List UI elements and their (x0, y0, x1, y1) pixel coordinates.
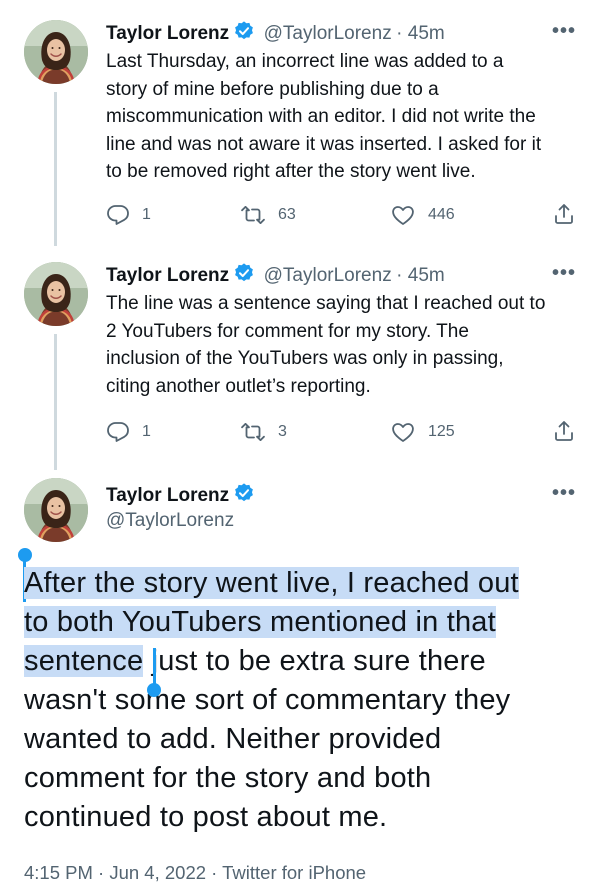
avatar[interactable] (24, 20, 88, 84)
text-line: sentence just to be extra sure there (24, 642, 594, 681)
user-handle[interactable]: @TaylorLorenz (264, 265, 392, 286)
reply-button[interactable]: 1 (106, 203, 151, 227)
tweet[interactable]: Taylor Lorenz @TaylorLorenz · 45m ••• La… (0, 0, 600, 246)
text-line: wasn't some sort of commentary they (24, 684, 511, 716)
text-line: comment for the story and both (24, 762, 432, 794)
tweet-text: Last Thursday, an incorrect line was add… (106, 48, 586, 186)
display-name[interactable]: Taylor Lorenz (106, 485, 229, 506)
text-line: The line was a sentence saying that I re… (106, 293, 546, 314)
display-name[interactable]: Taylor Lorenz (106, 23, 229, 44)
like-button[interactable]: 125 (390, 420, 455, 444)
text-line: to both YouTubers mentioned in that (24, 603, 594, 642)
reply-icon (106, 420, 130, 444)
reply-count: 1 (142, 206, 151, 223)
heart-icon (390, 203, 416, 227)
text-line: story of mine before publishing due to a (106, 78, 439, 100)
tweet-metadata: 4:15 PM · Jun 4, 2022 · Twitter for iPho… (24, 862, 367, 883)
main-tweet: Taylor Lorenz @TaylorLorenz ••• After th… (0, 470, 600, 896)
like-count: 446 (428, 206, 455, 223)
verified-badge-icon (233, 262, 255, 289)
more-icon[interactable]: ••• (552, 482, 576, 505)
text-line: inclusion of the YouTubers was only in p… (106, 348, 504, 369)
share-button[interactable] (552, 202, 576, 226)
more-icon[interactable]: ••• (552, 262, 576, 285)
like-button[interactable]: 446 (390, 203, 455, 227)
avatar[interactable] (24, 262, 88, 326)
selected-text: sentence (24, 645, 144, 677)
text-line: miscommunication with an editor. I did n… (106, 106, 536, 127)
user-handle[interactable]: @TaylorLorenz (264, 23, 392, 44)
retweet-button[interactable]: 63 (240, 203, 296, 227)
retweet-button[interactable]: 3 (240, 420, 287, 444)
tweet-header: Taylor Lorenz @TaylorLorenz · 45m (106, 20, 445, 47)
timestamp[interactable]: · 45m (396, 265, 445, 286)
thread-connector (54, 92, 57, 246)
text-line: citing another outlet’s reporting. (106, 375, 371, 397)
text-line: 2 YouTubers for comment for my story. Th… (106, 320, 469, 342)
tweet-header: Taylor Lorenz @TaylorLorenz · 45m (106, 262, 445, 289)
display-name[interactable]: Taylor Lorenz (106, 265, 229, 286)
retweet-count: 3 (278, 423, 287, 440)
tweet[interactable]: Taylor Lorenz @TaylorLorenz · 45m ••• Th… (0, 246, 600, 470)
reply-button[interactable]: 1 (106, 420, 151, 444)
timestamp[interactable]: · 45m (396, 23, 445, 44)
heart-icon (390, 420, 416, 444)
reply-icon (106, 203, 130, 227)
text-line: line and was not aware it was inserted. … (106, 133, 542, 155)
selected-text: to both YouTubers mentioned in that (24, 606, 496, 638)
unselected-text: just to be extra sure there (143, 645, 486, 677)
text-line: continued to post about me. (24, 801, 388, 833)
text-line: wanted to add. Neither provided (24, 723, 442, 755)
retweet-icon (240, 203, 266, 227)
share-icon (552, 202, 576, 226)
reply-count: 1 (142, 423, 151, 440)
verified-badge-icon (233, 482, 255, 509)
selection-end-handle[interactable] (147, 683, 161, 697)
like-count: 125 (428, 423, 455, 440)
more-icon[interactable]: ••• (552, 20, 576, 43)
text-line: to be removed right after the story went… (106, 161, 476, 182)
thread-connector (54, 334, 57, 470)
share-button[interactable] (552, 419, 576, 443)
tweet-text: The line was a sentence saying that I re… (106, 290, 586, 400)
avatar[interactable] (24, 478, 88, 542)
selected-text: After the story went live, I reached out (24, 567, 519, 599)
retweet-icon (240, 420, 266, 444)
verified-badge-icon (233, 20, 255, 47)
display-name-row: Taylor Lorenz (106, 482, 255, 509)
text-line: After the story went live, I reached out (24, 564, 594, 603)
user-handle[interactable]: @TaylorLorenz (106, 510, 234, 532)
share-icon (552, 419, 576, 443)
retweet-count: 63 (278, 206, 296, 223)
main-tweet-text[interactable]: After the story went live, I reached out… (24, 564, 594, 837)
text-line: Last Thursday, an incorrect line was add… (106, 51, 504, 72)
